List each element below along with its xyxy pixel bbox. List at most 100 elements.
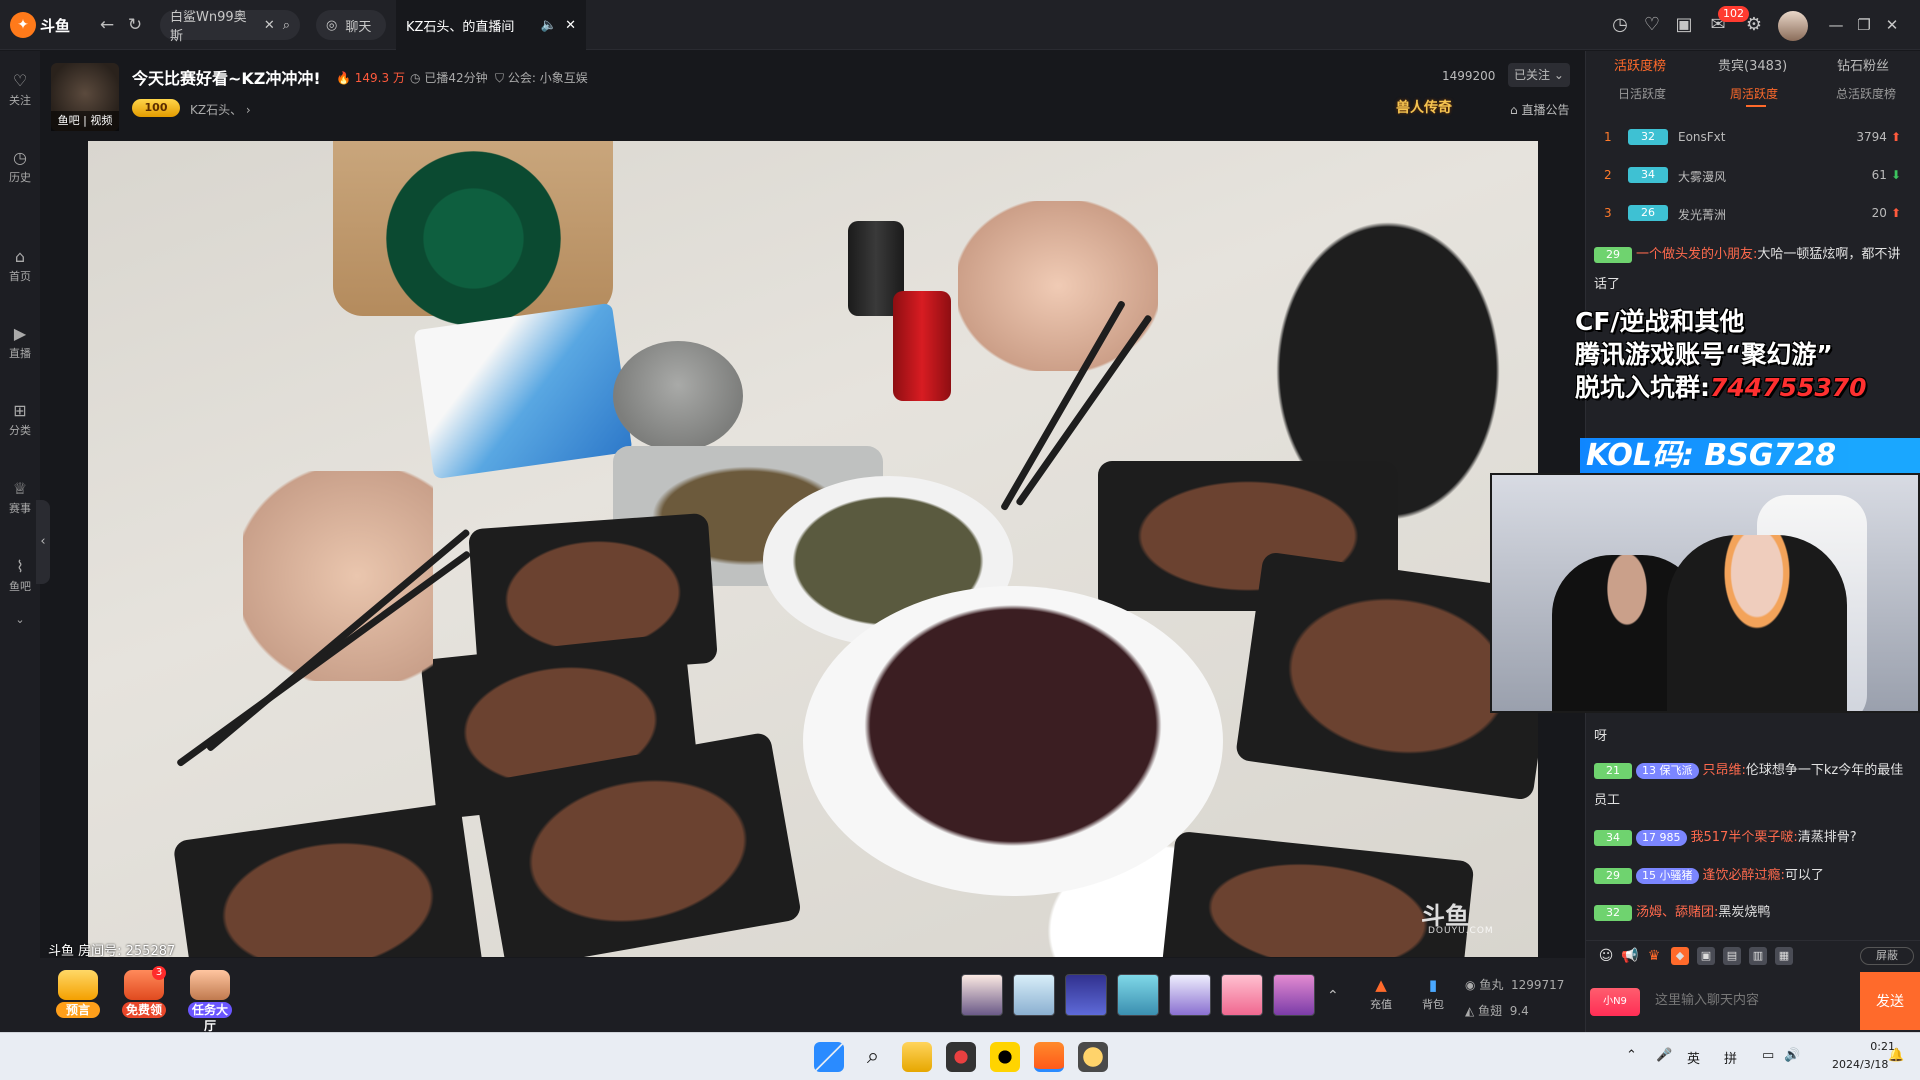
legend-badge[interactable]: 兽人传奇 <box>1396 97 1452 117</box>
tab-diamond-fans[interactable]: 钻石粉丝 <box>1837 55 1889 74</box>
ime-pinyin[interactable]: 拼 <box>1724 1048 1737 1067</box>
anchor-avatar-tag[interactable]: 鱼吧 | 视频 <box>51 111 119 131</box>
logo-text: 斗鱼 <box>40 16 71 35</box>
app-icon[interactable] <box>1078 1042 1108 1072</box>
rank-row[interactable]: 2 34 大雾漫风 61 ⬇ <box>1586 159 1920 193</box>
rank-row[interactable]: 3 26 发光菁洲 20 ⬆ <box>1586 197 1920 231</box>
gift-item[interactable] <box>961 974 1003 1016</box>
heart-icon[interactable]: ♡ <box>1640 13 1664 37</box>
subtab-daily[interactable]: 日活跃度 <box>1618 85 1666 102</box>
tab-vip[interactable]: 贵宾(3483) <box>1718 55 1787 74</box>
clock-date[interactable]: 2024/3/18 <box>1832 1058 1888 1071</box>
fish-icon: ⌇ <box>16 557 24 576</box>
close-icon[interactable]: ✕ <box>565 18 576 33</box>
app-icon[interactable] <box>990 1042 1020 1072</box>
chevron-up-icon[interactable]: ⌃ <box>1626 1048 1637 1063</box>
sidebar-item-history[interactable]: ◷ 历史 <box>0 148 40 185</box>
douyu-app-icon[interactable] <box>1034 1042 1064 1072</box>
chat-message[interactable]: 32 汤姆、舔赌团:黑炭烧鸭 <box>1594 898 1912 928</box>
chat-message[interactable]: 21 13 保飞派 只昂维:伦球想争一下kz今年的最佳员工 <box>1594 756 1912 816</box>
emoji-icon[interactable]: ☺ <box>1597 947 1615 965</box>
subtab-weekly[interactable]: 周活跃度 <box>1730 85 1778 102</box>
sidebar-item-live[interactable]: ▶ 直播 <box>0 324 40 361</box>
guild-info[interactable]: ⛉ 公会: 小象互娱 <box>495 69 588 86</box>
chat-input[interactable] <box>1645 975 1860 1025</box>
camera-pip[interactable] <box>1490 473 1920 713</box>
sidebar-item-home[interactable]: ⌂ 首页 <box>0 247 40 284</box>
rank-row[interactable]: 1 32 EonsFxt 3794 ⬆ <box>1586 121 1920 155</box>
title-bar: ✦ 斗鱼 ← ↻ 白鲨Wn99奥斯 ✕ ⌕ ◎ 聊天 KZ石头、的直播间 🔈 ✕… <box>0 0 1920 50</box>
sidebar-item-esports[interactable]: ♕ 赛事 <box>0 479 40 516</box>
subtab-total[interactable]: 总活跃度榜 <box>1836 85 1896 102</box>
free-claim-button[interactable]: 免费领 3 <box>116 966 172 1020</box>
search-icon[interactable]: ⌕ <box>283 18 290 33</box>
task-hall-button[interactable]: 任务大厅 <box>182 970 238 1033</box>
prophecy-button[interactable]: 预言 <box>50 970 106 1020</box>
grey-bowl <box>613 341 743 451</box>
calendar-icon[interactable]: ▣ <box>1672 13 1696 37</box>
sidebar-item-follow[interactable]: ♡ 关注 <box>0 71 40 108</box>
live-notice-button[interactable]: ⌂ 直播公告 <box>1510 101 1569 118</box>
filter-icon[interactable]: ▤ <box>1723 947 1741 965</box>
chevron-down-icon[interactable]: ⌄ <box>0 613 40 626</box>
app-icon[interactable] <box>946 1042 976 1072</box>
gift-item[interactable] <box>1013 974 1055 1016</box>
megaphone-icon[interactable]: 📢 <box>1621 947 1639 965</box>
fire-icon: 🔥 <box>336 71 351 85</box>
volume-icon[interactable]: 🔊 <box>1784 1048 1800 1063</box>
tab-activity-rank[interactable]: 活跃度榜 <box>1614 55 1666 74</box>
clock-icon[interactable]: ◷ <box>1608 13 1632 37</box>
tab-chat[interactable]: ◎ 聊天 <box>316 10 386 40</box>
block-toggle[interactable]: 屏蔽 <box>1860 947 1914 965</box>
sidebar-item-yuba[interactable]: ⌇ 鱼吧 <box>0 557 40 594</box>
chat-message[interactable]: 29 一个做头发的小朋友:大哈一顿猛炫啊，都不讲话了 <box>1594 240 1912 300</box>
follow-button[interactable]: 已关注 ⌄ <box>1508 63 1570 87</box>
gift-item[interactable] <box>1221 974 1263 1016</box>
heart-icon: ♡ <box>12 71 28 90</box>
tab-search[interactable]: 白鲨Wn99奥斯 ✕ ⌕ <box>160 10 300 44</box>
notification-bell-icon[interactable]: 🔔 <box>1888 1048 1904 1063</box>
back-icon[interactable]: ← <box>96 14 118 36</box>
left-sidebar: ♡ 关注 ◷ 历史 ⌂ 首页 ▶ 直播 ⊞ 分类 ♕ 赛事 ⌇ 鱼吧 ⌄ <box>0 51 40 1032</box>
close-icon[interactable]: ✕ <box>264 18 275 33</box>
refresh-icon[interactable]: ↻ <box>124 14 146 36</box>
gift-item[interactable] <box>1065 974 1107 1016</box>
ime-english[interactable]: 英 <box>1687 1048 1700 1067</box>
microphone-icon[interactable]: 🎤 <box>1656 1048 1672 1063</box>
file-explorer-icon[interactable] <box>902 1042 932 1072</box>
settings-gear-icon[interactable]: ⚙ <box>1742 13 1766 37</box>
hot-icon[interactable]: ▥ <box>1749 947 1767 965</box>
douyu-logo[interactable]: ✦ 斗鱼 <box>10 10 74 40</box>
crown-icon[interactable]: ♛ <box>1645 947 1663 965</box>
backpack-button[interactable]: ▮ 背包 <box>1413 976 1453 1012</box>
search-icon[interactable]: ⌕ <box>858 1042 888 1072</box>
send-button[interactable]: 发送 <box>1860 972 1920 1030</box>
badge-icon[interactable]: ◆ <box>1671 947 1689 965</box>
chat-user-badge[interactable]: 小N9 <box>1590 988 1640 1016</box>
history-icon: ◷ <box>13 148 27 167</box>
gift-item[interactable] <box>1169 974 1211 1016</box>
chevron-up-icon[interactable]: ⌃ <box>1327 988 1339 1004</box>
video-player[interactable]: 斗鱼 DOUYU.COM <box>88 141 1538 957</box>
recharge-button[interactable]: ▲ 充值 <box>1361 976 1401 1012</box>
gift-item[interactable] <box>1117 974 1159 1016</box>
restore-icon[interactable]: ❐ <box>1852 13 1876 37</box>
sidebar-item-category[interactable]: ⊞ 分类 <box>0 401 40 438</box>
gift-item[interactable] <box>1273 974 1315 1016</box>
speaker-icon[interactable]: 🔈 <box>541 18 557 33</box>
stamp-icon[interactable]: ▦ <box>1775 947 1793 965</box>
sidebar-collapse-handle[interactable]: ‹ <box>36 500 50 584</box>
hot-value: 🔥 149.3 万 <box>336 71 405 85</box>
windows-start-icon[interactable] <box>814 1042 844 1072</box>
arrow-up-icon: ⬆ <box>1890 130 1901 144</box>
chat-message[interactable]: 29 15 小骚猪 逢饮必醉过瘾:可以了 <box>1594 861 1912 891</box>
minimize-icon[interactable]: — <box>1824 13 1848 37</box>
user-avatar[interactable] <box>1778 11 1808 41</box>
anchor-name[interactable]: KZ石头、 › <box>190 101 251 118</box>
tab-live-room[interactable]: KZ石头、的直播间 🔈 ✕ <box>396 0 586 50</box>
close-window-icon[interactable]: ✕ <box>1880 13 1904 37</box>
super-chat-icon[interactable]: ▣ <box>1697 947 1715 965</box>
chat-message[interactable]: 34 17 985 我517半个栗子啵:清蒸排骨? <box>1594 823 1912 853</box>
grid-icon: ⊞ <box>13 401 27 420</box>
network-icon[interactable]: ▭ <box>1762 1048 1774 1063</box>
